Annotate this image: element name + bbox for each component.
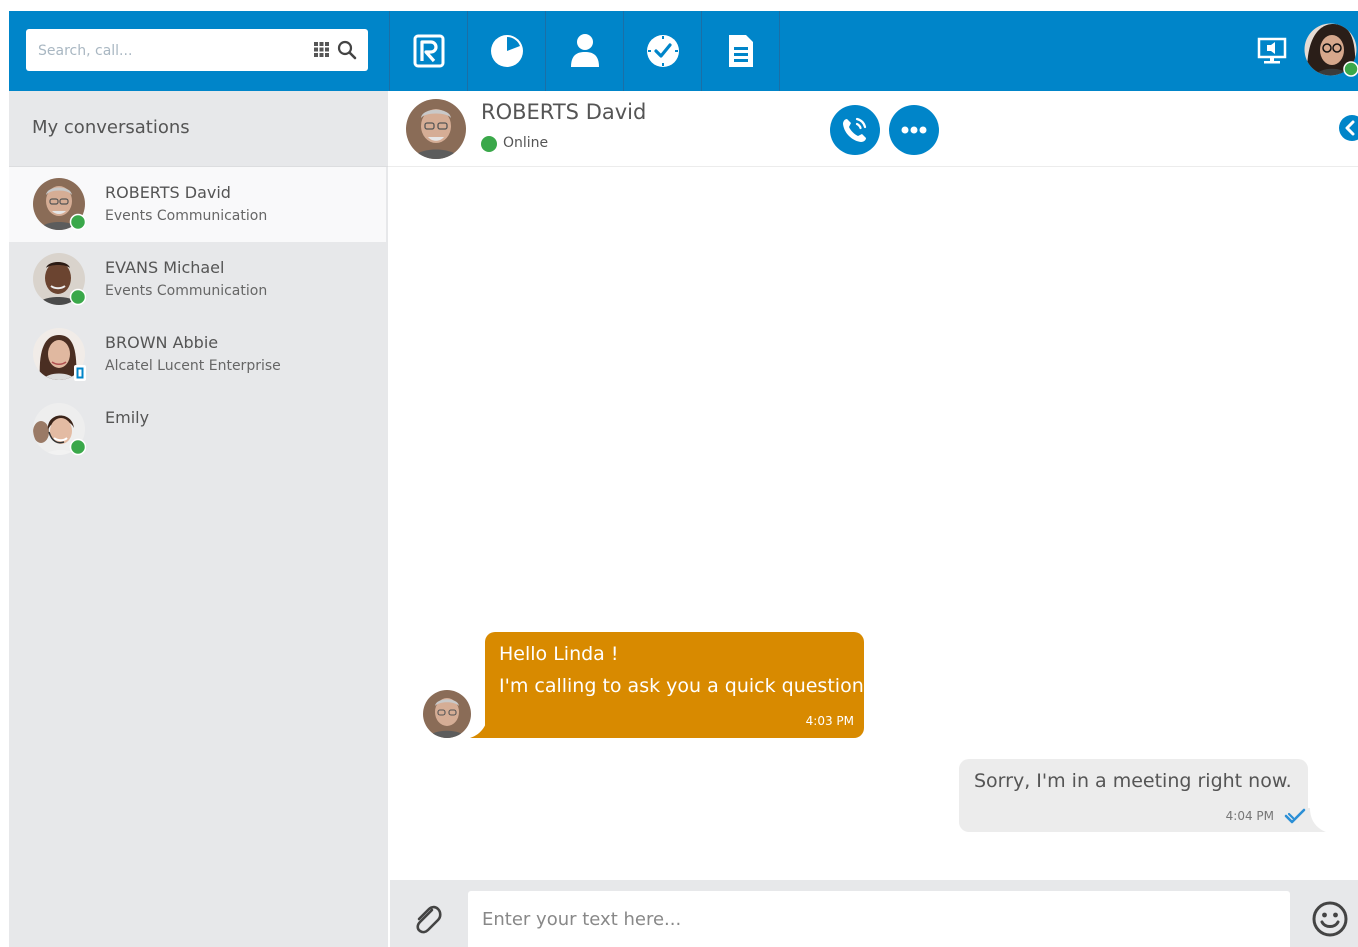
sender-avatar — [423, 690, 471, 738]
nav-separator — [779, 11, 780, 91]
nav-contacts-button[interactable] — [546, 11, 623, 91]
more-icon — [901, 126, 927, 134]
message-text: I'm calling to ask you a quick question — [499, 675, 864, 697]
screen-share-icon[interactable] — [1256, 36, 1288, 66]
nav-recents-button[interactable] — [468, 11, 545, 91]
presence-indicator — [481, 136, 497, 152]
message-text: Hello Linda ! — [499, 643, 619, 665]
conversation-item[interactable]: EVANS Michael Events Communication — [9, 242, 386, 317]
chat-contact-name: ROBERTS David — [481, 100, 647, 124]
presence-status: Online — [503, 135, 549, 151]
message-input[interactable] — [468, 891, 1290, 947]
contact-name: BROWN Abbie — [105, 333, 219, 352]
user-avatar[interactable] — [1303, 22, 1358, 77]
message-time: 4:04 PM — [1225, 809, 1274, 823]
contact-company: Events Communication — [105, 208, 268, 224]
message-text: Sorry, I'm in a meeting right now. — [974, 770, 1292, 792]
incoming-message: Hello Linda ! I'm calling to ask you a q… — [485, 632, 864, 738]
rainbow-icon — [413, 34, 444, 68]
contact-avatar — [33, 178, 86, 231]
contact-avatar — [33, 403, 86, 456]
sidebar-title: My conversations — [32, 117, 190, 138]
contact-avatar — [33, 253, 86, 306]
emoji-icon[interactable] — [1310, 899, 1350, 939]
search-icon[interactable] — [337, 40, 357, 60]
contact-name: ROBERTS David — [105, 183, 231, 202]
contact-name: Emily — [105, 408, 150, 427]
contact-company: Alcatel Lucent Enterprise — [105, 358, 281, 374]
search-input[interactable] — [36, 35, 310, 67]
conversation-item[interactable]: BROWN Abbie Alcatel Lucent Enterprise — [9, 317, 386, 392]
nav-rainbow-button[interactable] — [390, 11, 467, 91]
contact-name: EVANS Michael — [105, 258, 225, 277]
outgoing-message: Sorry, I'm in a meeting right now. 4:04 … — [959, 759, 1308, 832]
read-receipt-icon — [1284, 808, 1306, 824]
recents-icon — [490, 35, 523, 67]
conversation-item[interactable]: ROBERTS David Events Communication — [9, 167, 386, 242]
contact-company: Events Communication — [105, 283, 268, 299]
paperclip-icon[interactable] — [410, 902, 444, 936]
contacts-icon — [570, 34, 599, 67]
collapse-panel-button[interactable] — [1338, 114, 1358, 142]
call-button[interactable] — [830, 105, 880, 155]
chat-contact-avatar[interactable] — [405, 98, 467, 160]
dialpad-icon[interactable] — [314, 42, 329, 57]
more-options-button[interactable] — [889, 105, 939, 155]
nav-calendar-button[interactable] — [624, 11, 701, 91]
conversation-item[interactable]: Emily — [9, 392, 386, 467]
documents-icon — [728, 35, 753, 67]
calendar-icon — [646, 35, 679, 67]
message-time: 4:03 PM — [805, 714, 854, 728]
chevron-left-icon — [1339, 115, 1358, 141]
header-divider — [388, 166, 1358, 167]
phone-icon — [843, 117, 867, 142]
search-box[interactable] — [26, 29, 368, 71]
contact-avatar — [33, 328, 86, 381]
nav-documents-button[interactable] — [702, 11, 779, 91]
